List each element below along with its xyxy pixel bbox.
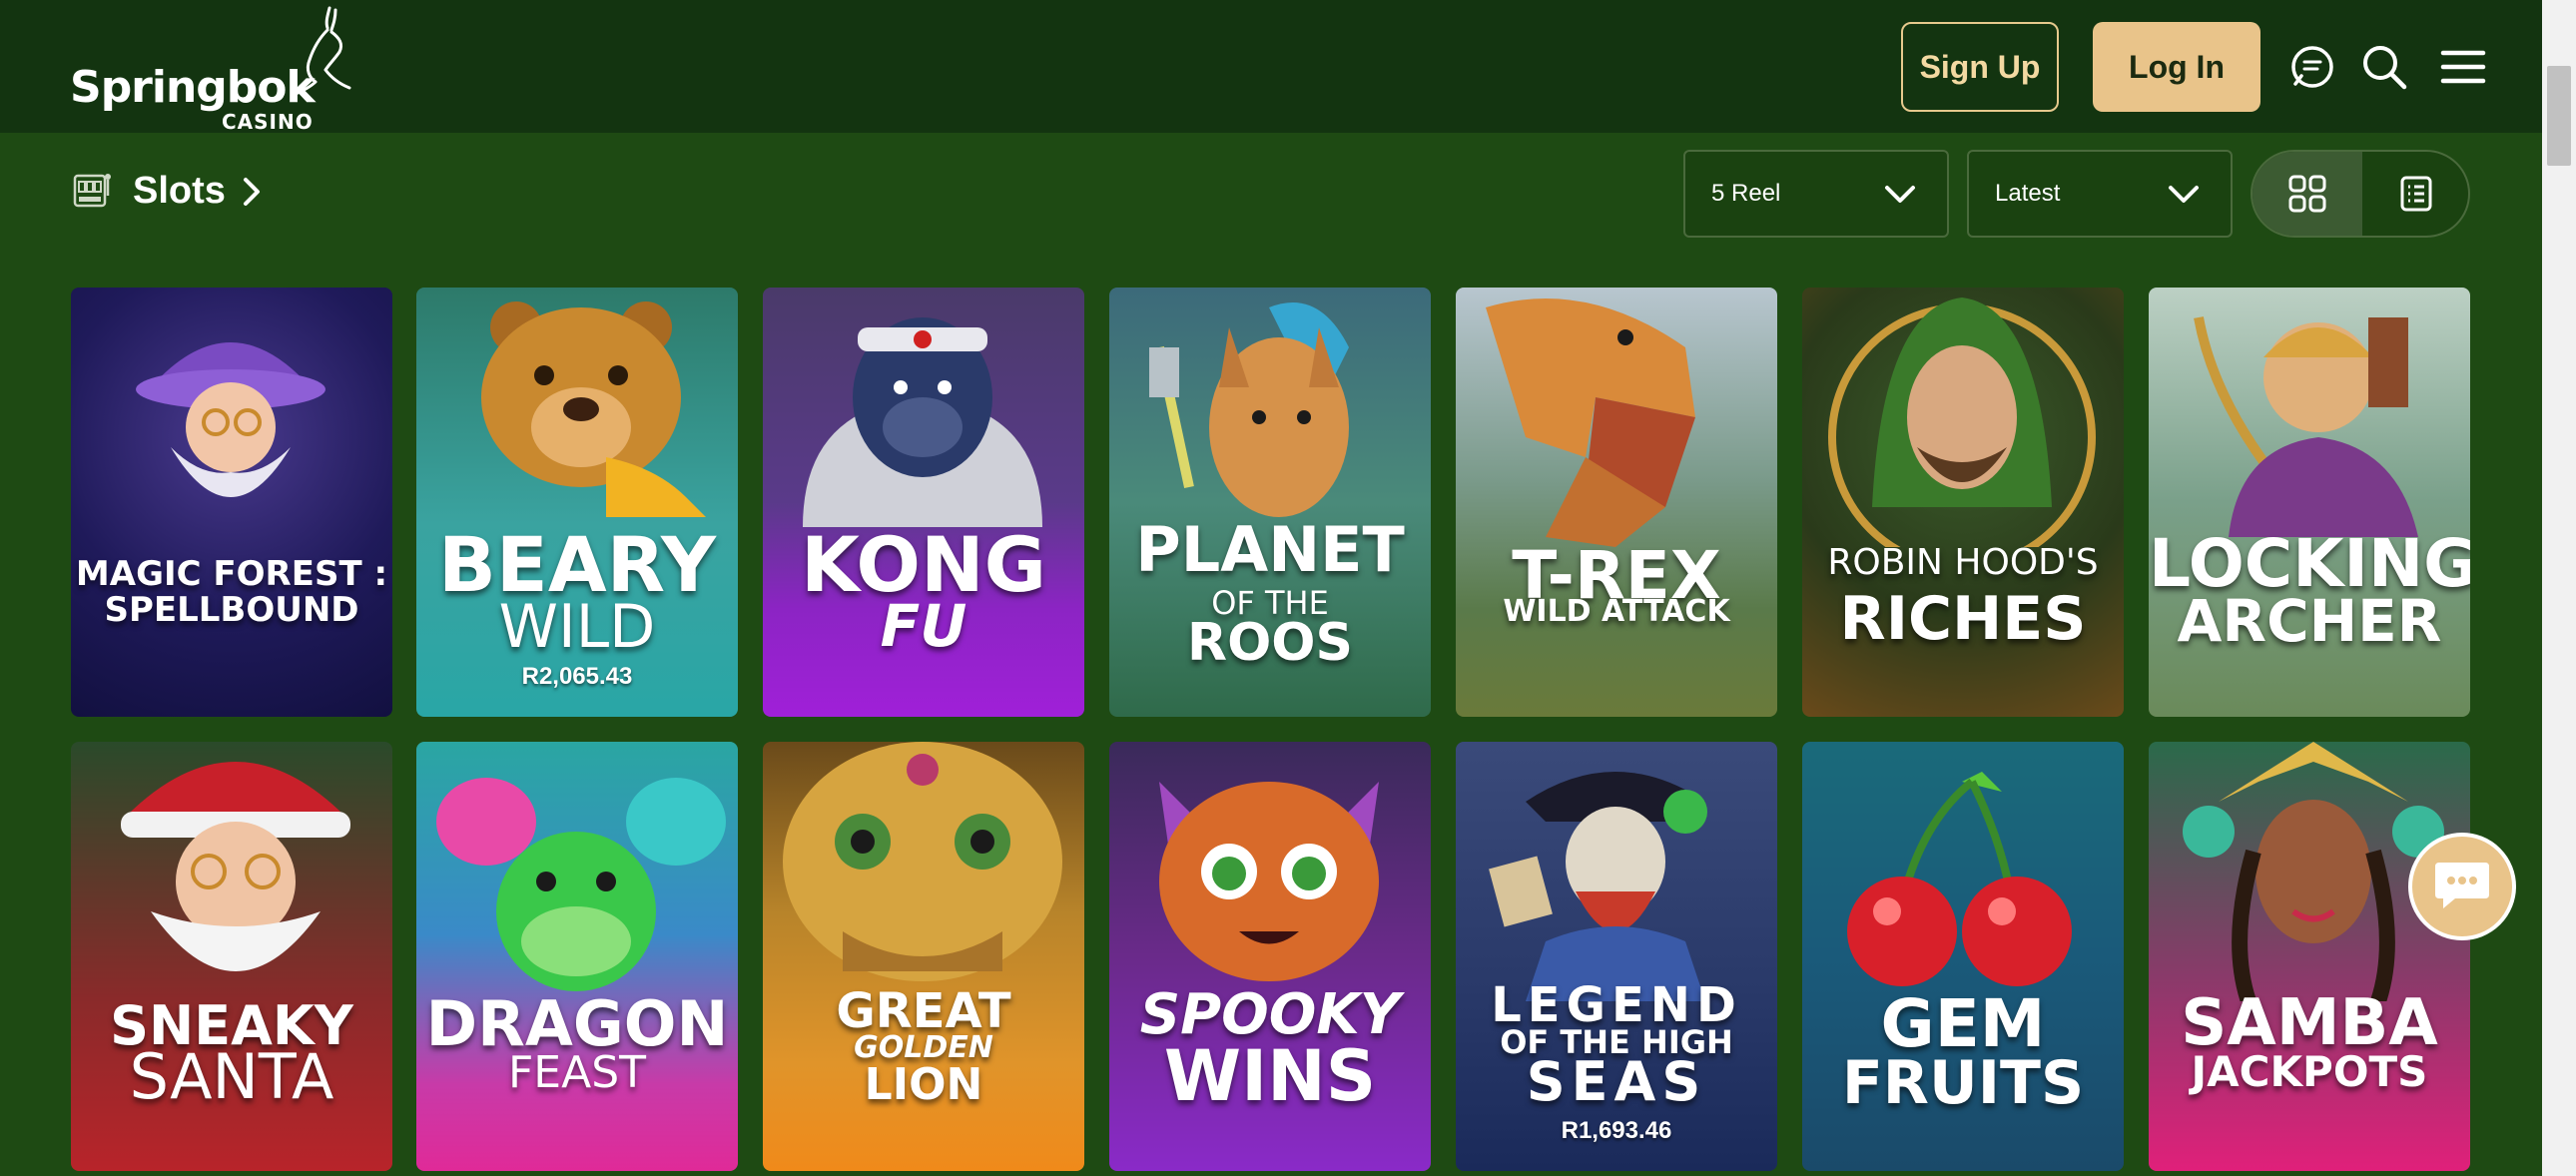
robin-hood-artwork <box>1828 297 2096 547</box>
game-title-line1: MAGIC FOREST : <box>75 554 388 594</box>
kangaroo-artwork <box>1149 302 1349 517</box>
logo-subtext: CASINO <box>222 110 314 134</box>
game-card-sneaky-santa[interactable]: SNEAKY SANTA <box>71 742 392 1171</box>
game-title-line1: GREAT <box>836 983 1011 1039</box>
gorilla-artwork <box>803 317 1042 527</box>
game-title-line2: SANTA <box>129 1040 334 1113</box>
springbok-logo[interactable]: Springbok CASINO <box>70 4 359 134</box>
game-title-line3: LION <box>864 1059 983 1110</box>
grid-view-icon <box>2288 175 2326 213</box>
bear-artwork <box>481 301 706 517</box>
cherries-artwork <box>1847 772 2072 986</box>
monster-artwork <box>1159 782 1379 981</box>
game-title-line1: ROBIN HOOD'S <box>1827 542 2099 583</box>
list-view-icon <box>2400 176 2432 212</box>
game-title-line2: WILD ATTACK <box>1503 594 1730 629</box>
scrollbar-thumb[interactable] <box>2547 66 2571 166</box>
sort-value: Latest <box>1995 180 2061 207</box>
slot-machine-icon <box>73 174 111 208</box>
sign-up-button[interactable]: Sign Up <box>1901 22 2059 112</box>
list-view-button[interactable] <box>2362 152 2468 236</box>
view-toggle <box>2251 150 2470 238</box>
game-title-line2: JACKPOTS <box>2191 1047 2428 1096</box>
log-in-button[interactable]: Log In <box>2093 22 2260 112</box>
game-card-magic-forest-spellbound[interactable]: MAGIC FOREST : SPELLBOUND <box>71 288 392 717</box>
game-title-line1: DRAGON <box>425 987 729 1060</box>
game-card-legend-of-the-high-seas[interactable]: LEGEND OF THE HIGH SEAS R1,693.46 <box>1456 742 1777 1171</box>
game-card-robin-hoods-riches[interactable]: ROBIN HOOD'S RICHES <box>1802 288 2124 717</box>
logo-wordmark: Springbok <box>70 62 316 113</box>
game-title-line2: RICHES <box>1839 584 2087 654</box>
chevron-right-icon[interactable] <box>240 176 264 208</box>
t-rex-artwork <box>1486 298 1695 547</box>
sort-select[interactable]: Latest <box>1967 150 2233 238</box>
chevron-down-icon <box>2169 186 2199 203</box>
live-chat-button[interactable] <box>2408 833 2516 940</box>
game-title-line3: ROOS <box>1187 613 1353 673</box>
game-title-line2: FEAST <box>507 1047 646 1098</box>
game-card-gem-fruits[interactable]: GEM FRUITS <box>1802 742 2124 1171</box>
game-card-beary-wild[interactable]: BEARY WILD R2,065.43 <box>416 288 738 717</box>
game-title-line1: PLANET <box>1135 513 1405 586</box>
page: Springbok CASINO Sign Up Log In Slots 5 … <box>0 0 2542 1176</box>
page-scrollbar[interactable] <box>2542 0 2576 1176</box>
top-header: Springbok CASINO Sign Up Log In <box>0 0 2542 134</box>
game-title-line2: FU <box>880 592 967 660</box>
game-card-great-golden-lion[interactable]: GREAT GOLDEN LION <box>763 742 1084 1171</box>
dragons-artwork <box>436 778 726 991</box>
game-card-dragon-feast[interactable]: DRAGON FEAST <box>416 742 738 1171</box>
game-title-line1: LEGEND <box>1491 977 1742 1033</box>
game-title-line2: WINS <box>1163 1035 1377 1117</box>
game-card-kong-fu[interactable]: KONG FU <box>763 288 1084 717</box>
game-title-line3: SEAS <box>1526 1050 1707 1113</box>
game-card-planet-of-the-roos[interactable]: PLANET OF THE ROOS <box>1109 288 1431 717</box>
game-card-samba-jackpots[interactable]: SAMBA JACKPOTS <box>2149 742 2470 1171</box>
grid-view-button[interactable] <box>2253 152 2362 236</box>
hamburger-menu-icon[interactable] <box>2440 44 2486 90</box>
jackpot-amount: R2,065.43 <box>521 663 633 690</box>
game-title-line2: ARCHER <box>2177 587 2442 655</box>
search-icon[interactable] <box>2361 44 2407 90</box>
santa-artwork <box>121 762 350 971</box>
game-card-spooky-wins[interactable]: SPOOKY WINS <box>1109 742 1431 1171</box>
game-card-locking-archer[interactable]: LOCKING ARCHER <box>2149 288 2470 717</box>
game-title-line2: FRUITS <box>1841 1048 2085 1118</box>
game-title-line2: WILD <box>498 592 656 662</box>
jackpot-amount: R1,693.46 <box>1561 1117 1672 1144</box>
game-card-t-rex-wild-attack[interactable]: T-REX WILD ATTACK <box>1456 288 1777 717</box>
reel-type-select[interactable]: 5 Reel <box>1683 150 1949 238</box>
golden-lion-artwork <box>783 742 1062 981</box>
chat-bubble-icon[interactable] <box>2289 44 2335 90</box>
reel-type-value: 5 Reel <box>1711 180 1781 207</box>
chat-bubble-icon <box>2435 863 2489 908</box>
chevron-down-icon <box>1885 186 1915 203</box>
pirate-artwork <box>1489 772 1707 1001</box>
wizard-artwork <box>136 342 325 497</box>
section-title[interactable]: Slots <box>133 170 226 213</box>
game-title-line1: SAMBA <box>2181 986 2438 1060</box>
game-title-line2: SPELLBOUND <box>104 590 359 630</box>
archer-artwork <box>2194 316 2418 537</box>
